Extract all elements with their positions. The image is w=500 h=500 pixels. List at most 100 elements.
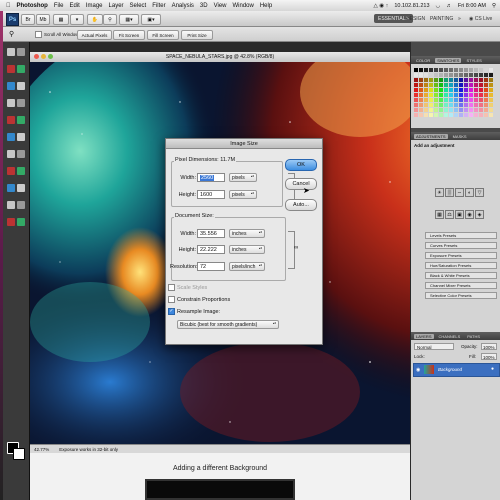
preset-exposure[interactable]: Exposure Presets (425, 252, 497, 259)
color-swatch[interactable] (489, 78, 493, 82)
color-swatch[interactable] (464, 93, 468, 97)
fill-input[interactable]: 100% (481, 353, 497, 360)
color-swatch[interactable] (429, 68, 433, 72)
color-swatch[interactable] (474, 83, 478, 87)
color-swatch[interactable] (414, 98, 418, 102)
color-swatch[interactable] (444, 108, 448, 112)
marquee-tool-icon[interactable] (17, 48, 25, 56)
color-swatch[interactable] (424, 93, 428, 97)
minimize-window-icon[interactable] (41, 54, 46, 59)
close-window-icon[interactable] (34, 54, 39, 59)
color-swatch[interactable] (454, 98, 458, 102)
screen-mode-button[interactable]: ▣▾ (141, 14, 161, 25)
color-swatch[interactable] (419, 83, 423, 87)
resolution-unit-select[interactable]: pixels/inch (229, 262, 265, 271)
color-swatch[interactable] (489, 68, 493, 72)
color-swatch[interactable] (414, 93, 418, 97)
color-swatch[interactable] (469, 83, 473, 87)
menu-layer[interactable]: Layer (109, 3, 124, 9)
preset-black-white[interactable]: Black & White Presets (425, 272, 497, 279)
color-swatch[interactable] (464, 88, 468, 92)
zoom-window-icon[interactable] (48, 54, 53, 59)
color-swatch[interactable] (479, 83, 483, 87)
color-swatch[interactable] (459, 78, 463, 82)
fill-screen-button[interactable]: Fill Screen (147, 30, 179, 40)
tab-swatches[interactable]: SWATCHES (435, 57, 462, 63)
color-swatch[interactable] (429, 93, 433, 97)
workspace-more[interactable]: » (458, 14, 461, 23)
menu-image[interactable]: Image (86, 3, 103, 9)
color-swatch[interactable] (489, 108, 493, 112)
doc-height-unit-select[interactable]: inches (229, 245, 265, 254)
3d-orbit-tool-icon[interactable] (17, 201, 25, 209)
menu-view[interactable]: View (214, 3, 227, 9)
color-swatch[interactable] (424, 78, 428, 82)
ok-button[interactable]: OK (285, 159, 317, 171)
zoom-readout[interactable]: 42.77% (34, 447, 49, 452)
move-tool-icon[interactable] (7, 48, 15, 56)
color-swatch[interactable] (444, 103, 448, 107)
scale-styles-checkbox[interactable]: Scale Styles (168, 284, 207, 291)
color-swatch[interactable] (469, 68, 473, 72)
background-color-swatch[interactable] (13, 448, 25, 460)
menu-filter[interactable]: Filter (152, 3, 165, 9)
color-swatch[interactable] (439, 113, 443, 117)
color-swatch[interactable] (479, 103, 483, 107)
doc-width-input[interactable]: 35.556 (197, 229, 225, 238)
layer-name[interactable]: Background (438, 367, 462, 372)
color-swatch[interactable] (419, 68, 423, 72)
preset-selective-color[interactable]: Selective Color Presets (425, 292, 497, 299)
constrain-proportions-checkbox[interactable]: Constrain Proportions (168, 296, 230, 303)
color-swatch[interactable] (489, 93, 493, 97)
color-swatch[interactable] (449, 98, 453, 102)
color-swatch[interactable] (489, 83, 493, 87)
color-swatch[interactable] (424, 68, 428, 72)
color-swatch[interactable] (429, 113, 433, 117)
shape-tool-icon[interactable] (17, 184, 25, 192)
color-swatch[interactable] (459, 88, 463, 92)
color-swatch[interactable] (449, 73, 453, 77)
menu-app-photoshop[interactable]: Photoshop (17, 3, 48, 9)
color-swatch[interactable] (449, 68, 453, 72)
color-swatch[interactable] (479, 108, 483, 112)
color-swatch[interactable] (434, 88, 438, 92)
menu-select[interactable]: Select (130, 3, 147, 9)
color-swatch[interactable] (479, 98, 483, 102)
color-swatch[interactable] (434, 93, 438, 97)
color-swatch[interactable] (419, 78, 423, 82)
color-swatch[interactable] (429, 78, 433, 82)
history-tool-icon[interactable] (17, 116, 25, 124)
preset-curves[interactable]: Curves Presets (425, 242, 497, 249)
pixel-width-input[interactable]: 2560 (197, 173, 225, 182)
color-swatch[interactable] (444, 68, 448, 72)
path-select-tool-icon[interactable] (7, 184, 15, 192)
color-swatch[interactable] (419, 73, 423, 77)
color-swatch[interactable] (479, 93, 483, 97)
color-swatch[interactable] (474, 68, 478, 72)
curves-icon[interactable]: ∽ (455, 188, 464, 197)
color-swatch[interactable] (474, 73, 478, 77)
color-swatch[interactable] (444, 83, 448, 87)
color-swatch[interactable] (454, 73, 458, 77)
color-swatch[interactable] (489, 88, 493, 92)
blur-tool-icon[interactable] (7, 150, 15, 158)
color-swatch[interactable] (429, 88, 433, 92)
color-swatch[interactable] (484, 68, 488, 72)
color-swatch[interactable] (424, 108, 428, 112)
color-swatch[interactable] (439, 83, 443, 87)
preset-channel-mixer[interactable]: Channel Mixer Presets (425, 282, 497, 289)
gradient-tool-icon[interactable] (17, 133, 25, 141)
type-tool-icon[interactable] (17, 167, 25, 175)
menu-file[interactable]: File (54, 3, 64, 9)
color-swatch[interactable] (479, 88, 483, 92)
color-swatch[interactable] (484, 103, 488, 107)
color-swatch[interactable] (414, 83, 418, 87)
3d-rotate-tool-icon[interactable] (7, 201, 15, 209)
color-swatch[interactable] (419, 88, 423, 92)
eraser-tool-icon[interactable] (7, 133, 15, 141)
color-swatch[interactable] (419, 103, 423, 107)
color-swatch[interactable] (459, 98, 463, 102)
color-swatch[interactable] (459, 108, 463, 112)
blend-mode-select[interactable]: Normal (414, 343, 454, 350)
color-swatch[interactable] (459, 68, 463, 72)
